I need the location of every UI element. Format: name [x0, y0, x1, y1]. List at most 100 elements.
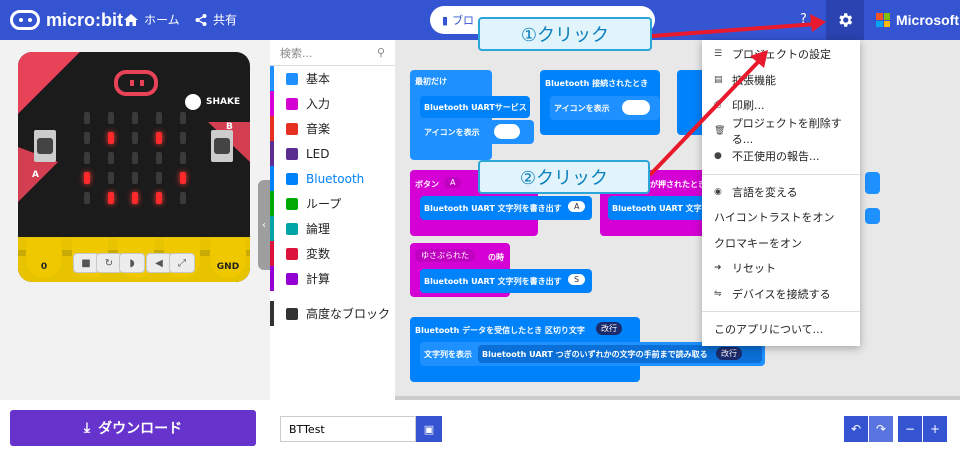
toolbox-category-5[interactable]: ループ — [270, 191, 395, 216]
toolbox-category-7[interactable]: 変数 — [270, 241, 395, 266]
toolbox-category-0[interactable]: 基本 — [270, 66, 395, 91]
uart-service-block[interactable]: Bluetooth UARTサービス — [420, 96, 530, 118]
blocks-workspace[interactable]: 最初だけ Bluetooth UARTサービス アイコンを表示 Bluetoot… — [395, 40, 960, 400]
menu-item-4[interactable]: ● 不正使用の報告... — [702, 144, 860, 168]
slowmo-button[interactable]: ◗ — [119, 253, 145, 273]
data-received-label: Bluetooth データを受信したとき 区切り文字 — [415, 326, 585, 335]
led — [84, 172, 90, 184]
led — [84, 192, 90, 204]
read-until-block[interactable]: Bluetooth UART つぎのいずれかの文字の手前まで読み取る 改行 — [478, 345, 762, 363]
menu-item-10[interactable]: このアプリについて... — [702, 317, 860, 341]
string-a[interactable]: A — [568, 201, 586, 212]
uart-write-block-1[interactable]: Bluetooth UART 文字列を書き出す A — [420, 196, 592, 220]
menu-item-1[interactable]: ▤ 拡張機能 — [702, 68, 860, 92]
menu-item-7[interactable]: クロマキーをオン — [702, 231, 860, 255]
microbit-logo[interactable]: micro:bit — [10, 9, 123, 31]
microbit-simulator[interactable]: SHAKE A B 0123VGND — [18, 52, 250, 282]
gear-icon — [839, 13, 853, 27]
led — [180, 112, 186, 124]
snail-icon: ◗ — [129, 257, 135, 269]
download-label: ダウンロード — [98, 421, 183, 437]
uart-write-block-3[interactable]: Bluetooth UART 文字列を書き出す S — [420, 269, 592, 293]
gesture-dropdown[interactable]: ゆさぶられた — [415, 249, 475, 262]
home-button[interactable]: ホーム — [124, 11, 180, 28]
bt-connected-label: Bluetooth 接続されたとき — [545, 79, 649, 88]
category-label: 計算 — [306, 272, 331, 286]
led — [180, 192, 186, 204]
icon-picker[interactable] — [494, 124, 520, 139]
read-until-dropdown[interactable]: 改行 — [716, 347, 742, 360]
download-button[interactable]: ⤓ ダウンロード — [10, 410, 256, 446]
category-label: 高度なブロック — [306, 307, 391, 321]
microbit-logo-icon — [10, 10, 40, 30]
share-button[interactable]: 共有 — [195, 11, 237, 28]
category-label: 音楽 — [306, 122, 331, 136]
microsoft-logo[interactable]: Microsoft — [876, 12, 959, 28]
led — [180, 152, 186, 164]
show-icon-block-1[interactable]: アイコンを表示 — [420, 120, 534, 144]
menu-item-5[interactable]: ◉ 言語を変える — [702, 180, 860, 204]
pin-0[interactable]: 0 — [26, 238, 62, 278]
category-icon — [286, 147, 298, 160]
toolbox-category-2[interactable]: 音楽 — [270, 116, 395, 141]
uart-write-block-2[interactable]: Bluetooth UART 文字列を書き出す — [608, 196, 750, 220]
button-a[interactable] — [37, 138, 53, 154]
read-until-label: Bluetooth UART つぎのいずれかの文字の手前まで読み取る — [482, 350, 708, 359]
toolbox-category-6[interactable]: 論理 — [270, 216, 395, 241]
led — [132, 152, 138, 164]
show-icon-label: アイコンを表示 — [554, 104, 610, 113]
uart-write-label: Bluetooth UART 文字列を書き出す — [424, 277, 562, 286]
sliders-icon: ☰ — [714, 49, 723, 59]
menu-item-2[interactable]: ⎙ 印刷... — [702, 93, 860, 117]
show-string-label: 文字列を表示 — [424, 350, 472, 359]
category-icon — [286, 222, 298, 235]
toolbox-category-3[interactable]: LED — [270, 141, 395, 166]
category-icon — [286, 272, 298, 285]
settings-button[interactable] — [826, 0, 864, 40]
collapse-simulator-handle[interactable]: ‹ — [258, 180, 270, 270]
pin-4[interactable]: GND — [210, 238, 246, 278]
redo-button[interactable]: ↷ — [869, 416, 893, 442]
toolbox-category-4[interactable]: Bluetooth — [270, 166, 395, 191]
blocks-mode-tab[interactable]: ▮ ブロ — [442, 12, 474, 28]
redo-icon: ↷ — [875, 422, 887, 436]
bottom-bar: ⤓ ダウンロード ▣ ↶ ↷ − + — [0, 400, 960, 451]
toolbox-category-9[interactable]: 高度なブロック — [270, 301, 395, 326]
menu-item-6[interactable]: ハイコントラストをオン — [702, 205, 860, 229]
save-button[interactable]: ▣ — [416, 416, 442, 442]
delimiter-dropdown[interactable]: 改行 — [596, 322, 622, 335]
led — [156, 112, 162, 124]
show-icon-block-2[interactable]: アイコンを表示 — [550, 96, 660, 120]
microsoft-logo-icon — [876, 13, 890, 27]
menu-item-3[interactable]: 🗑 プロジェクトを削除する... — [702, 117, 860, 146]
button-b[interactable] — [214, 138, 230, 154]
volume-icon: ◀ — [155, 257, 163, 269]
project-name-input[interactable] — [280, 416, 416, 442]
help-icon[interactable]: ? — [800, 12, 807, 27]
search-input[interactable]: 検索... — [280, 45, 313, 61]
zoom-out-button[interactable]: − — [898, 416, 922, 442]
menu-item-0[interactable]: ☰ プロジェクトの設定 — [702, 42, 860, 66]
trash-icon: 🗑 — [714, 125, 726, 136]
led — [108, 112, 114, 124]
toolbox-category-1[interactable]: 入力 — [270, 91, 395, 116]
toolbox-category-8[interactable]: 計算 — [270, 266, 395, 291]
menu-separator — [702, 311, 860, 312]
partial-block-2[interactable] — [865, 208, 880, 224]
category-icon — [286, 307, 298, 320]
toolbox-search[interactable]: 検索... ⚲ — [270, 40, 395, 66]
chevron-left-icon: ‹ — [262, 219, 266, 231]
undo-button[interactable]: ↶ — [844, 416, 868, 442]
menu-item-8[interactable]: ➜ リセット — [702, 256, 860, 280]
zoom-in-button[interactable]: + — [923, 416, 947, 442]
stop-icon: ■ — [81, 257, 91, 269]
heart-icon-picker[interactable] — [622, 100, 650, 115]
string-s[interactable]: S — [568, 274, 586, 285]
menu-item-9[interactable]: ⇋ デバイスを接続する — [702, 282, 860, 306]
partial-block-1[interactable] — [865, 172, 880, 194]
callout-2: ②クリック — [478, 160, 650, 194]
button-dropdown[interactable]: A — [444, 177, 462, 188]
fullscreen-button[interactable]: ⤢ — [169, 253, 195, 273]
restart-icon: ↻ — [104, 257, 114, 269]
print-icon: ⎙ — [714, 100, 722, 110]
